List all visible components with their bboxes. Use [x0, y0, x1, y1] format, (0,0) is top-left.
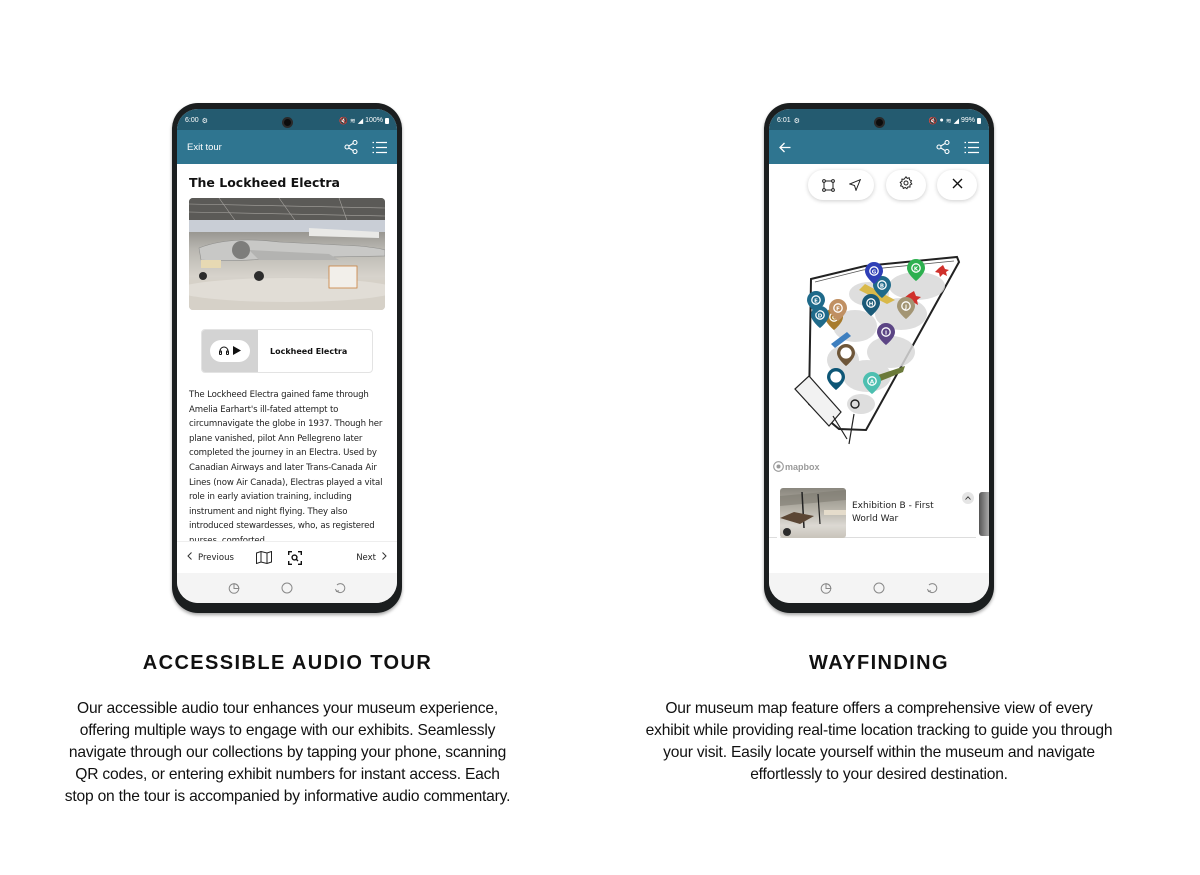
marker-label: A	[870, 379, 875, 385]
back-icon[interactable]	[926, 582, 938, 594]
map-toolbar	[769, 170, 989, 200]
back-icon[interactable]	[334, 582, 346, 594]
status-time: 6:00	[185, 117, 199, 124]
front-camera	[282, 117, 293, 128]
location-icon: ●	[939, 117, 944, 124]
play-audio-button[interactable]	[210, 340, 250, 362]
tour-navigation: Previous Next	[177, 541, 397, 573]
recents-icon[interactable]	[228, 582, 240, 594]
mapbox-logo-icon	[773, 461, 784, 472]
signal-icon: ◢	[357, 117, 364, 125]
mapbox-attribution[interactable]: mapbox	[773, 461, 820, 472]
exhibit-content: The Lockheed Electra Lockheed Electra Th…	[177, 164, 397, 541]
recents-icon[interactable]	[820, 582, 832, 594]
status-time: 6:01	[777, 117, 791, 124]
home-icon[interactable]	[281, 582, 293, 594]
floor-plan: ABCDEFGHIJK	[794, 255, 961, 445]
battery-level: 100%	[365, 117, 383, 124]
map-settings-button[interactable]	[886, 170, 926, 200]
mapbox-label: mapbox	[785, 461, 820, 472]
next-exhibit-card[interactable]	[979, 492, 989, 536]
wifi-icon: ≋	[349, 117, 356, 125]
battery-icon	[977, 117, 981, 124]
next-label: Next	[356, 552, 376, 563]
marker-label: B	[880, 283, 884, 289]
navigate-icon[interactable]	[848, 179, 861, 191]
system-navigation-bar	[769, 573, 989, 603]
exhibit-thumbnail	[780, 487, 846, 538]
chevron-left-icon	[187, 552, 192, 563]
marker-label: D	[818, 313, 823, 319]
home-icon[interactable]	[873, 582, 885, 594]
back-arrow-icon[interactable]	[779, 142, 936, 153]
app-bar: Exit tour	[177, 130, 397, 164]
app-bar	[769, 130, 989, 164]
audio-player-card[interactable]: Lockheed Electra	[201, 329, 373, 373]
expand-card-button[interactable]	[962, 492, 974, 504]
front-camera	[874, 117, 885, 128]
marker-label: E	[814, 298, 818, 304]
list-icon[interactable]	[372, 141, 387, 154]
scan-icon[interactable]	[287, 550, 302, 565]
frame-icon[interactable]	[821, 178, 835, 192]
share-icon[interactable]	[936, 140, 950, 154]
system-navigation-bar	[177, 573, 397, 603]
map-view-controls	[808, 170, 874, 200]
exhibit-title: The Lockheed Electra	[189, 175, 340, 190]
wayfinding-phone: 6:01 ⚙ 🔇 ● ≋ ◢ 99% A B C D E F G H I J K…	[764, 103, 994, 613]
phone-screen: 6:00 ⚙ 🔇 ≋ ◢ 100% Exit tour The Lockheed…	[177, 109, 397, 603]
aircraft-illustration	[189, 198, 385, 310]
wayfinding-heading: WAYFINDING	[809, 652, 949, 674]
battery-level: 99%	[960, 117, 975, 124]
exhibit-card[interactable]: Exhibition B - First World War	[780, 487, 976, 538]
previous-exhibit-card[interactable]	[769, 488, 777, 538]
map-icon[interactable]	[255, 551, 272, 564]
wifi-icon: ≋	[945, 117, 952, 125]
signal-icon: ◢	[953, 117, 959, 125]
marker-label: F	[836, 306, 840, 312]
next-button[interactable]: Next	[356, 552, 387, 563]
marker-label: I	[885, 330, 887, 336]
audio-tour-caption: ACCESSIBLE AUDIO TOUR Our accessible aud…	[60, 652, 515, 808]
marker-label: H	[869, 301, 874, 307]
headphones-icon	[219, 342, 229, 360]
notification-icon: ⚙	[201, 117, 208, 125]
battery-icon	[385, 117, 389, 124]
audio-tour-phone: 6:00 ⚙ 🔇 ≋ ◢ 100% Exit tour The Lockheed…	[172, 103, 402, 613]
exhibit-description: The Lockheed Electra gained fame through…	[189, 390, 383, 541]
mute-icon: 🔇	[928, 117, 938, 125]
audio-tour-heading: ACCESSIBLE AUDIO TOUR	[142, 652, 433, 674]
play-icon	[233, 342, 241, 360]
notification-icon: ⚙	[793, 117, 800, 125]
close-map-button[interactable]	[937, 170, 977, 200]
audio-tour-description: Our accessible audio tour enhances your …	[64, 700, 511, 805]
close-icon	[952, 176, 963, 194]
marker-label: G	[872, 269, 877, 275]
exhibit-image	[189, 198, 385, 310]
chevron-right-icon	[382, 552, 387, 563]
wayfinding-description: Our museum map feature offers a comprehe…	[645, 700, 1113, 783]
chevron-up-icon	[965, 496, 971, 500]
wayfinding-caption: WAYFINDING Our museum map feature offers…	[645, 652, 1113, 786]
audio-player-thumb	[202, 330, 258, 372]
museum-map[interactable]: ABCDEFGHIJK mapbox Exhibition B - First …	[769, 164, 989, 573]
marker-label: K	[914, 266, 919, 272]
list-icon[interactable]	[964, 141, 979, 154]
audio-track-title: Lockheed Electra	[270, 346, 348, 356]
settings-icon	[899, 175, 913, 195]
previous-button[interactable]: Previous	[187, 552, 234, 563]
marker-label: J	[904, 304, 907, 310]
previous-label: Previous	[198, 552, 234, 563]
mute-icon: 🔇	[339, 117, 348, 125]
exit-tour-button[interactable]: Exit tour	[187, 142, 344, 153]
share-icon[interactable]	[344, 140, 358, 154]
exhibit-card-title: Exhibition B - First World War	[852, 500, 934, 524]
phone-screen: 6:01 ⚙ 🔇 ● ≋ ◢ 99% A B C D E F G H I J K…	[769, 109, 989, 603]
